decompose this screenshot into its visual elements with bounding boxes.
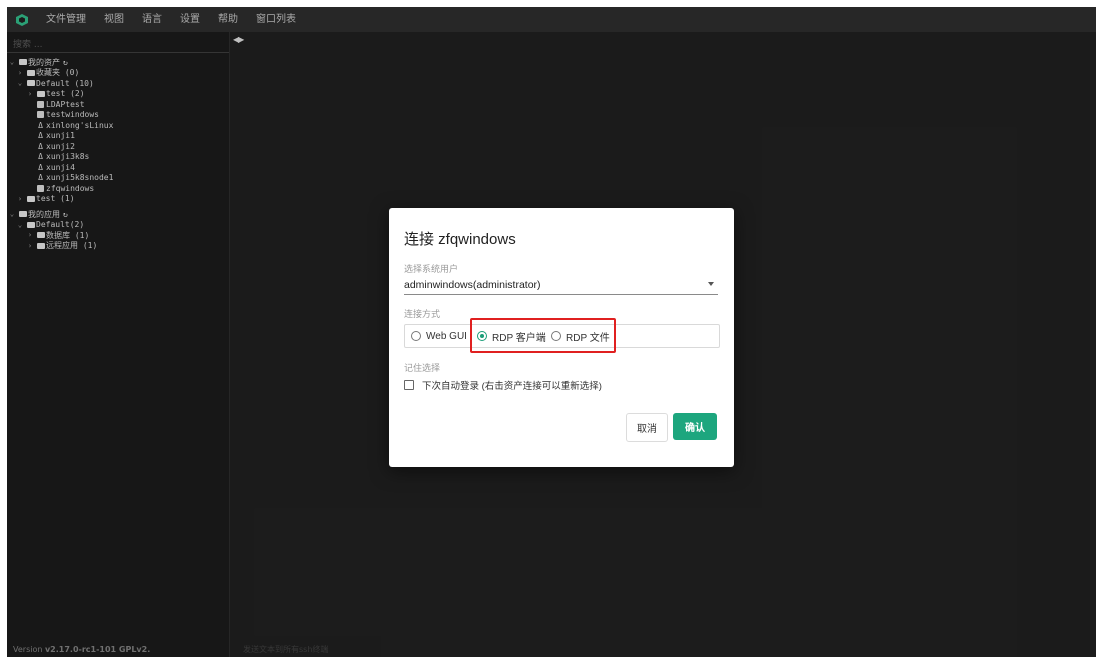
dropdown-caret-icon [708, 282, 714, 286]
radio-web-gui[interactable]: Web GUI [411, 325, 467, 347]
connect-method-label: 连接方式 [404, 309, 441, 319]
radio-icon [411, 331, 421, 341]
auto-login-checkbox[interactable]: 下次自动登录 (右击资产连接可以重新选择) [404, 378, 602, 392]
checkbox-label: 下次自动登录 (右击资产连接可以重新选择) [422, 381, 602, 392]
confirm-button[interactable]: 确认 [673, 413, 717, 440]
annotation-highlight-box [470, 318, 616, 353]
connect-dialog: 连接 zfqwindows 选择系统用户 adminwindows(admini… [389, 208, 734, 467]
radio-label: Web GUI [426, 330, 467, 342]
cancel-button[interactable]: 取消 [626, 413, 668, 442]
system-user-select[interactable]: adminwindows(administrator) [404, 277, 718, 295]
dialog-title: 连接 zfqwindows [404, 231, 516, 248]
system-user-label: 选择系统用户 [404, 264, 459, 274]
system-user-value: adminwindows(administrator) [404, 279, 541, 291]
remember-label: 记住选择 [404, 363, 441, 373]
checkbox-icon [404, 380, 414, 390]
